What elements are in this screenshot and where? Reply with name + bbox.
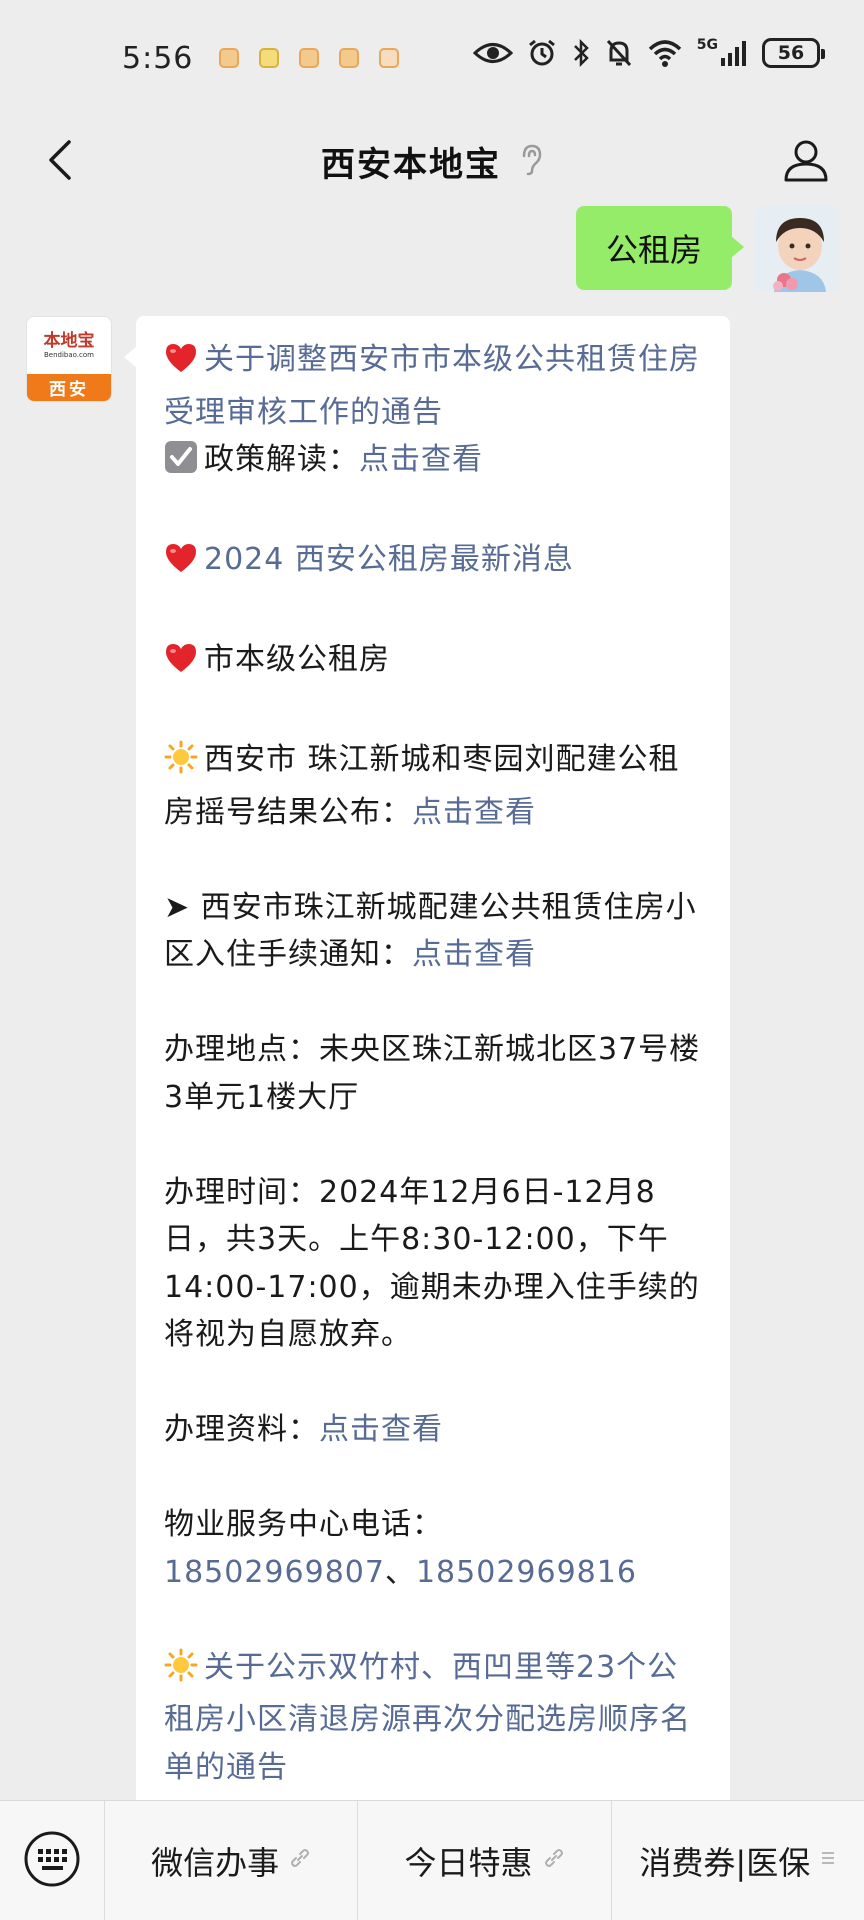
message-paragraph: 关于调整西安市市本级公共租赁住房受理审核工作的通告 — [164, 336, 702, 436]
office-hours-text: 办理时间：2024年12月6日-12月8日，共3天。上午8:30-12:00，下… — [164, 1174, 700, 1353]
section-heading: 市本级公租房 — [204, 642, 390, 677]
message-paragraph: 办理地点：未央区珠江新城北区37号楼3单元1楼大厅 — [164, 1026, 702, 1121]
menu-item-label: 消费券|医保 — [639, 1843, 811, 1882]
avatar-logo: 本地宝 Bendibao.com — [27, 317, 111, 374]
message-paragraph: 2024 西安公租房最新消息 — [164, 536, 702, 589]
menu-item-vouchers-medical[interactable]: 消费券|医保 — [610, 1801, 864, 1920]
keyboard-toggle-button[interactable] — [0, 1801, 104, 1920]
app-notification-icon — [219, 48, 240, 68]
notification-icons — [219, 48, 400, 68]
message-paragraph: 办理时间：2024年12月6日-12月8日，共3天。上午8:30-12:00，下… — [164, 1169, 702, 1359]
mute-bell-icon — [605, 38, 633, 68]
message-paragraph: 市本级公租房 — [164, 636, 702, 689]
red-heart-icon — [164, 541, 198, 589]
avatar-logo-en: Bendibao.com — [43, 350, 94, 359]
status-right: 5G 56 — [472, 37, 825, 68]
latest-news-link[interactable]: 2024 西安公租房最新消息 — [204, 542, 574, 577]
link-icon — [543, 1847, 565, 1874]
app-notification-icon — [299, 48, 320, 68]
outgoing-message: 公租房 — [575, 206, 840, 292]
status-time: 5:56 — [122, 40, 194, 76]
lottery-result-link[interactable]: 点击查看 — [412, 795, 536, 830]
location-text: 办理地点：未央区珠江新城北区37号楼3单元1楼大厅 — [164, 1032, 701, 1115]
red-heart-icon — [164, 341, 198, 389]
listen-icon — [519, 142, 543, 180]
message-paragraph: ➤ 西安市珠江新城配建公共租赁住房小区入住手续通知：点击查看 — [164, 884, 702, 979]
keyboard-icon — [23, 1830, 81, 1892]
user-avatar-image — [754, 206, 840, 292]
app-notification-icon — [379, 48, 400, 68]
title-bar: 西安本地宝 — [0, 116, 864, 206]
phone-link[interactable]: 18502969816 — [416, 1555, 637, 1590]
link-icon — [289, 1847, 311, 1874]
app-notification-icon — [339, 48, 360, 68]
title-wrap: 西安本地宝 — [321, 137, 543, 186]
wifi-icon — [647, 38, 683, 68]
documents-label: 办理资料： — [164, 1412, 319, 1447]
battery-indicator: 56 — [762, 38, 825, 68]
eye-icon — [472, 38, 513, 68]
message-paragraph: 西安市 珠江新城和枣园刘配建公租房摇号结果公布：点击查看 — [164, 736, 702, 836]
chat-area[interactable]: 公租房 本地宝 Bendibao.com 西安 关于调整西安市市本级公共租赁住房… — [0, 206, 864, 1800]
message-paragraph: 物业服务中心电话： 18502969807、18502969816 — [164, 1501, 702, 1596]
outgoing-text: 公租房 — [605, 231, 702, 269]
phone-link[interactable]: 18502969807 — [164, 1555, 385, 1590]
menu-item-wechat-services[interactable]: 微信办事 — [104, 1801, 357, 1920]
menu-item-daily-deals[interactable]: 今日特惠 — [357, 1801, 610, 1920]
bottom-menu: 微信办事 今日特惠 消费券|医保 — [0, 1800, 864, 1920]
user-avatar[interactable] — [754, 206, 840, 292]
check-in-notice-link[interactable]: 点击查看 — [412, 937, 536, 972]
back-button[interactable] — [30, 132, 90, 192]
message-paragraph: 关于公示双竹村、西凹里等23个公租房小区清退房源再次分配选房顺序名单的通告 — [164, 1644, 702, 1792]
message-paragraph: 办理资料：点击查看 — [164, 1406, 702, 1454]
user-profile-icon — [783, 138, 829, 186]
phone-separator: 、 — [384, 1554, 416, 1590]
reallocation-notice-link[interactable]: 关于公示双竹村、西凹里等23个公租房小区清退房源再次分配选房顺序名单的通告 — [164, 1650, 691, 1785]
red-heart-icon — [164, 641, 198, 689]
check-box-icon — [164, 440, 198, 489]
outgoing-bubble[interactable]: 公租房 — [575, 206, 745, 290]
official-account-avatar[interactable]: 本地宝 Bendibao.com 西安 — [26, 316, 112, 402]
menu-item-label: 今日特惠 — [404, 1843, 533, 1882]
notice-link[interactable]: 关于调整西安市市本级公共租赁住房受理审核工作的通告 — [164, 342, 700, 430]
sun-icon — [164, 1648, 198, 1697]
alarm-icon — [527, 38, 557, 68]
policy-label: 政策解读： — [204, 442, 359, 477]
sun-icon — [164, 740, 198, 789]
app-notification-icon — [259, 48, 280, 68]
incoming-message: 本地宝 Bendibao.com 西安 关于调整西安市市本级公共租赁住房受理审核… — [26, 316, 730, 1800]
incoming-bubble: 关于调整西安市市本级公共租赁住房受理审核工作的通告 政策解读：点击查看 2024… — [124, 316, 730, 1800]
avatar-city: 西安 — [27, 373, 111, 401]
profile-button[interactable] — [774, 130, 838, 194]
message-paragraph: 政策解读：点击查看 — [164, 436, 702, 489]
submenu-icon — [820, 1850, 836, 1871]
chevron-left-icon — [47, 138, 73, 186]
bluetooth-icon — [571, 38, 591, 68]
network-type: 5G — [696, 37, 718, 53]
menu-item-label: 微信办事 — [151, 1843, 280, 1882]
documents-link[interactable]: 点击查看 — [319, 1412, 443, 1447]
page-title: 西安本地宝 — [321, 144, 501, 185]
signal-icon — [720, 38, 748, 68]
policy-view-link[interactable]: 点击查看 — [359, 442, 483, 477]
status-bar: 5:56 5G 56 — [0, 0, 864, 116]
service-phone-label: 物业服务中心电话： — [164, 1507, 443, 1542]
avatar-logo-cn: 本地宝 — [43, 330, 95, 351]
